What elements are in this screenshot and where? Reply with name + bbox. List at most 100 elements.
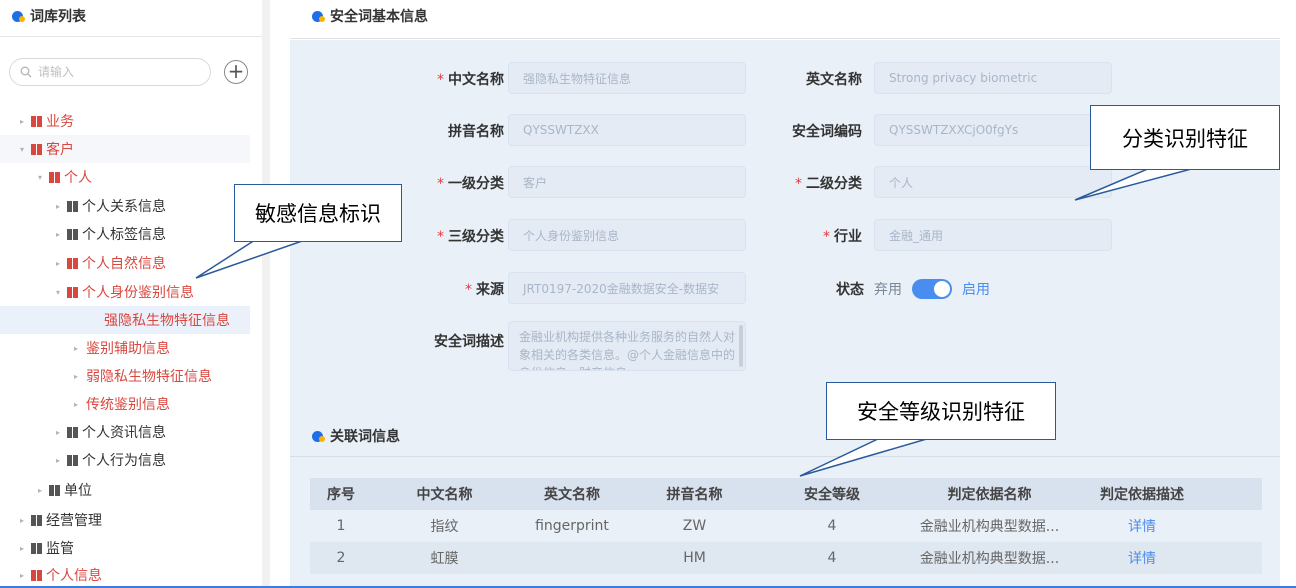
detail-panel: 安全词基本信息 * 中文名称 强隐私生物特征信息 英文名称 Strong priv… bbox=[290, 0, 1296, 588]
source-label: * 来源 bbox=[465, 282, 504, 298]
caret-down-icon[interactable]: ▾ bbox=[52, 288, 64, 297]
table-cell: ZW bbox=[682, 518, 707, 534]
caret-right-icon[interactable]: ▸ bbox=[34, 486, 46, 495]
caret-right-icon[interactable]: ▸ bbox=[16, 544, 28, 553]
table-cell: 指纹 bbox=[430, 519, 459, 535]
title-dot-icon bbox=[12, 9, 26, 23]
folder-icon bbox=[31, 569, 42, 581]
tree-item[interactable]: ▸ 经营管理 bbox=[0, 506, 250, 534]
table-row: 1 指纹 fingerprint ZW 4 金融业机构典型数据... 详情 bbox=[310, 510, 1262, 542]
en-name-label: 英文名称 bbox=[806, 72, 862, 88]
cn-name-label: * 中文名称 bbox=[437, 72, 504, 88]
tree-item[interactable]: ▸ 业务 bbox=[0, 107, 250, 135]
table-cell: 虹膜 bbox=[430, 551, 459, 567]
tree-item[interactable]: ▸ 个人关系信息 bbox=[0, 192, 250, 220]
status-label: 状态 bbox=[836, 282, 864, 298]
caret-down-icon[interactable]: ▾ bbox=[16, 145, 28, 154]
caret-right-icon[interactable]: ▸ bbox=[70, 372, 82, 381]
search-box[interactable] bbox=[9, 58, 211, 86]
sensitive-callout: 敏感信息标识 bbox=[234, 184, 402, 242]
folder-icon bbox=[31, 115, 42, 127]
caret-right-icon[interactable]: ▸ bbox=[70, 400, 82, 409]
table-header: 序号 中文名称 英文名称 拼音名称 安全等级 判定依据名称 判定依据描述 bbox=[310, 478, 1262, 510]
tree-item-label: 单位 bbox=[64, 483, 92, 499]
word-library-panel: 词库列表 + ▸ 业务 ▾ 客户 ▾ 个人 ▸ 个人关系信息 ▸ 个人标签信息 ▸ 个人自然信息 ▾ 个人… bbox=[0, 0, 270, 588]
level1-field[interactable]: 客户 bbox=[508, 166, 746, 198]
tree-item[interactable]: ▾ 个人身份鉴别信息 bbox=[0, 278, 250, 306]
word-library-title: 词库列表 bbox=[12, 6, 86, 26]
caret-right-icon[interactable]: ▸ bbox=[52, 259, 64, 268]
level2-field[interactable]: 个人 bbox=[874, 166, 1112, 198]
left-divider bbox=[0, 36, 262, 37]
source-field[interactable]: JRT0197-2020金融数据安全-数据安 bbox=[508, 272, 746, 304]
caret-right-icon[interactable]: ▸ bbox=[16, 516, 28, 525]
tree-item-label: 客户 bbox=[46, 142, 74, 158]
tree-item[interactable]: ▸ 个人信息 bbox=[0, 561, 250, 588]
tree-item[interactable]: ▸ 单位 bbox=[0, 476, 250, 504]
tree-item[interactable]: ▸ 传统鉴别信息 bbox=[0, 390, 250, 418]
search-input[interactable] bbox=[38, 65, 188, 79]
code-label: 安全词编码 bbox=[792, 124, 862, 140]
details-link[interactable]: 详情 bbox=[1077, 516, 1207, 536]
code-field[interactable]: QYSSWTZXXCjO0fgYs bbox=[874, 114, 1112, 146]
caret-right-icon[interactable]: ▸ bbox=[16, 117, 28, 126]
add-icon[interactable]: + bbox=[224, 60, 248, 84]
folder-icon bbox=[67, 286, 78, 298]
column-header: 判定依据描述 bbox=[1100, 487, 1184, 503]
folder-icon bbox=[31, 514, 42, 526]
tree-item[interactable]: ▸ 个人行为信息 bbox=[0, 446, 250, 474]
pinyin-label: 拼音名称 bbox=[448, 124, 504, 140]
status-switch[interactable] bbox=[912, 279, 952, 299]
folder-icon bbox=[49, 171, 60, 183]
status-off-label: 弃用 bbox=[874, 282, 902, 298]
table-cell: 金融业机构典型数据... bbox=[919, 519, 1060, 535]
folder-icon bbox=[67, 454, 78, 466]
tree-item-label: 个人身份鉴别信息 bbox=[82, 285, 194, 301]
tree-item[interactable]: ▸ 鉴别辅助信息 bbox=[0, 334, 250, 362]
en-name-field[interactable]: Strong privacy biometric bbox=[874, 62, 1112, 94]
tree-item[interactable]: 强隐私生物特征信息 bbox=[0, 306, 250, 334]
level3-field[interactable]: 个人身份鉴别信息 bbox=[508, 219, 746, 251]
caret-down-icon[interactable]: ▾ bbox=[34, 173, 46, 182]
table-body: 1 指纹 fingerprint ZW 4 金融业机构典型数据... 详情 2 虹膜 HM 4 金融业… bbox=[310, 510, 1262, 574]
folder-icon bbox=[49, 484, 60, 496]
status-toggle-row: 状态 弃用 启用 bbox=[836, 279, 990, 299]
folder-icon bbox=[31, 143, 42, 155]
left-scrollbar[interactable] bbox=[262, 0, 270, 588]
tree-item-label: 经营管理 bbox=[46, 513, 102, 529]
column-header: 中文名称 bbox=[416, 487, 473, 503]
tree-item[interactable]: ▸ 个人自然信息 bbox=[0, 249, 250, 277]
column-header: 序号 bbox=[327, 487, 355, 503]
tree-item[interactable]: ▸ 个人标签信息 bbox=[0, 220, 250, 248]
industry-label: * 行业 bbox=[823, 229, 862, 245]
caret-right-icon[interactable]: ▸ bbox=[52, 230, 64, 239]
tree-item[interactable]: ▾ 个人 bbox=[0, 163, 250, 191]
caret-right-icon[interactable]: ▸ bbox=[52, 428, 64, 437]
table-cell: 2 bbox=[336, 550, 346, 566]
table-cell: 1 bbox=[336, 518, 346, 534]
tree-item-label: 强隐私生物特征信息 bbox=[104, 313, 230, 329]
textarea-scrollbar[interactable] bbox=[739, 325, 743, 367]
column-header: 安全等级 bbox=[804, 487, 860, 503]
tree-item[interactable]: ▸ 弱隐私生物特征信息 bbox=[0, 362, 250, 390]
industry-field[interactable]: 金融_通用 bbox=[874, 219, 1112, 251]
detail-divider bbox=[290, 38, 1280, 39]
table-cell: 4 bbox=[827, 518, 837, 534]
table-cell: HM bbox=[683, 550, 706, 566]
related-title: 关联词信息 bbox=[312, 426, 400, 446]
cn-name-field[interactable]: 强隐私生物特征信息 bbox=[508, 62, 746, 94]
word-library-title-text: 词库列表 bbox=[30, 9, 86, 25]
details-link[interactable]: 详情 bbox=[1077, 548, 1207, 568]
tree-item[interactable]: ▸ 监管 bbox=[0, 534, 250, 562]
title-dot-icon bbox=[312, 9, 326, 23]
tree-item[interactable]: ▾ 客户 bbox=[0, 135, 250, 163]
caret-right-icon[interactable]: ▸ bbox=[52, 456, 64, 465]
pinyin-field[interactable]: QYSSWTZXX bbox=[508, 114, 746, 146]
description-textarea[interactable]: 金融业机构提供各种业务服务的自然人对象相关的各类信息。@个人金融信息中的身份信息… bbox=[508, 321, 746, 371]
caret-right-icon[interactable]: ▸ bbox=[52, 202, 64, 211]
caret-right-icon[interactable]: ▸ bbox=[16, 571, 28, 580]
tree-item[interactable]: ▸ 个人资讯信息 bbox=[0, 418, 250, 446]
tree-item-label: 鉴别辅助信息 bbox=[86, 341, 170, 357]
status-on-label: 启用 bbox=[962, 282, 990, 298]
caret-right-icon[interactable]: ▸ bbox=[70, 344, 82, 353]
